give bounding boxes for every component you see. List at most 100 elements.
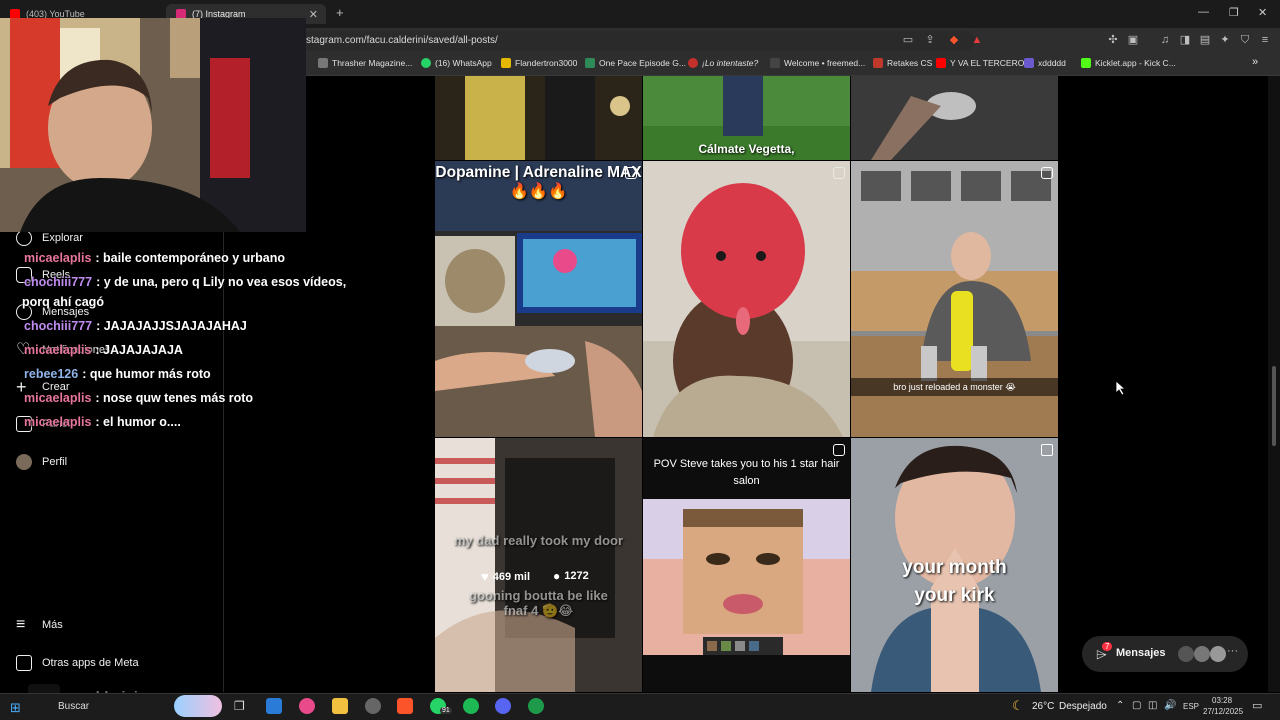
nav-perfil[interactable]: Perfil	[16, 454, 67, 470]
taskbar-search[interactable]: Buscar	[58, 701, 89, 712]
spotify-icon[interactable]	[463, 698, 479, 714]
saved-post[interactable]: bro just reloaded a monster 😭	[851, 161, 1058, 437]
bookmark-item[interactable]: (16) WhatsApp	[421, 58, 492, 68]
saved-post[interactable]: my dad really took my door gooning boutt…	[435, 438, 642, 692]
nav-otras-apps-meta[interactable]: Otras apps de Meta	[16, 655, 139, 671]
network-icon[interactable]: ◫	[1148, 700, 1157, 711]
bookmark-item[interactable]: Y VA EL TERCERO	[936, 58, 1024, 68]
screenshot-icon[interactable]: ▣	[1126, 33, 1140, 47]
bookmark-item[interactable]: Kicklet.app - Kick C...	[1081, 58, 1176, 68]
avatar	[16, 454, 32, 470]
extensions-icon[interactable]: ✣	[1106, 33, 1120, 47]
windows-start-icon[interactable]: ⊞	[10, 700, 21, 716]
address-bar[interactable]: stagram.com/facu.calderini/saved/all-pos…	[300, 31, 975, 51]
bookmark-item[interactable]: Flandertron3000	[501, 58, 577, 68]
minimize-button[interactable]: —	[1198, 6, 1209, 18]
app-icon[interactable]	[528, 698, 544, 714]
cast-icon[interactable]: ▭	[901, 33, 915, 47]
bookmark-label: Retakes CS	[887, 58, 933, 68]
brave-browser-icon[interactable]	[397, 698, 413, 714]
saved-post[interactable]	[435, 76, 642, 160]
chat-message: micaelaplis: el humor o....	[24, 415, 181, 429]
task-view-icon[interactable]: ❐	[234, 699, 245, 713]
file-explorer-icon[interactable]	[332, 698, 348, 714]
scrollbar-thumb[interactable]	[1272, 366, 1276, 446]
tray-icon[interactable]: ▢	[1132, 700, 1141, 711]
messages-pill[interactable]: ⌲ 7 Mensajes ···	[1082, 636, 1248, 672]
sidebar-toggle-icon[interactable]: ◨	[1178, 33, 1192, 47]
bookmark-item[interactable]: Welcome • freemed...	[770, 58, 865, 68]
compass-icon	[16, 230, 32, 246]
saved-post[interactable]	[643, 161, 850, 437]
ms-store-icon[interactable]	[266, 698, 282, 714]
saved-post[interactable]: Cálmate Vegetta,	[643, 76, 850, 160]
saved-post[interactable]: Dopamine | Adrenaline MAX 🔥🔥🔥	[435, 161, 642, 437]
more-bookmarks-button[interactable]: »	[1252, 56, 1258, 68]
saved-post[interactable]	[851, 76, 1058, 160]
grid-icon	[16, 655, 32, 671]
chat-text: : JAJAJAJAJA	[95, 343, 183, 357]
chat-text: : JAJAJAJJSJAJAJAHAJ	[96, 319, 247, 333]
messages-label: Mensajes	[1116, 647, 1166, 659]
post-caption: my dad really took my door	[453, 533, 624, 548]
wallet-icon[interactable]: ▤	[1198, 33, 1212, 47]
search-highlight-image	[174, 695, 222, 717]
chat-text: : nose quw tenes más roto	[95, 391, 254, 405]
language-indicator[interactable]: ESP	[1183, 702, 1199, 711]
bookmark-item[interactable]: One Pace Episode G...	[585, 58, 686, 68]
chevron-up-icon[interactable]: ⌃	[1116, 700, 1124, 711]
chat-message: rebee126: que humor más roto	[24, 367, 211, 381]
bookmark-item[interactable]: ¡Lo intentaste?	[688, 58, 758, 68]
avatar	[1178, 646, 1194, 662]
nav-label: Más	[42, 619, 63, 631]
moon-weather-icon: ☾	[1012, 698, 1024, 713]
notification-icon[interactable]: ▭	[1252, 699, 1262, 712]
saved-post[interactable]: POV Steve takes you to his 1 star hair s…	[643, 438, 850, 692]
nav-explorar[interactable]: Explorar	[16, 230, 83, 246]
saved-post[interactable]: your month your kirk	[851, 438, 1058, 692]
brave-shield-icon[interactable]: ◆	[947, 33, 961, 47]
restore-button[interactable]: ❐	[1229, 6, 1239, 19]
chat-text: porq ahí cagó	[22, 295, 104, 309]
chat-message: chochiii777: y de una, pero q Lily no ve…	[24, 275, 346, 289]
vpn-icon[interactable]: ⛉	[1238, 33, 1252, 47]
more-icon[interactable]: ···	[1227, 645, 1238, 657]
app-icon[interactable]	[299, 698, 315, 714]
discord-icon[interactable]	[495, 698, 511, 714]
post-caption: your month your kirk	[902, 557, 1007, 606]
post-caption: bro just reloaded a monster 😭	[851, 378, 1058, 396]
chat-username: micaelaplis	[24, 251, 92, 265]
chat-message: micaelaplis: nose quw tenes más roto	[24, 391, 253, 405]
bookmark-label: Thrasher Magazine...	[332, 58, 413, 68]
nav-mas[interactable]: ≡ Más	[16, 617, 63, 633]
app-icon[interactable]	[365, 698, 381, 714]
reel-icon	[1041, 167, 1053, 179]
clock-time[interactable]: 03:28	[1212, 696, 1232, 705]
avatar	[1194, 646, 1210, 662]
bookmark-item[interactable]: Retakes CS	[873, 58, 932, 68]
bookmark-icon	[873, 58, 883, 68]
music-icon[interactable]: ♫	[1158, 33, 1172, 47]
brave-rewards-icon[interactable]: ▲	[970, 33, 984, 47]
bookmark-item[interactable]: Thrasher Magazine...	[318, 58, 412, 68]
clock-date[interactable]: 27/12/2025	[1203, 707, 1243, 716]
close-tab-icon[interactable]: ✕	[309, 8, 318, 21]
weather-desc[interactable]: Despejado	[1059, 701, 1107, 712]
bookmark-label: Flandertron3000	[515, 58, 578, 68]
share-icon[interactable]: ⇪	[923, 33, 937, 47]
post-caption-2: gooning boutta be like fnaf 4 🫡😂	[469, 588, 608, 618]
page-scrollbar[interactable]	[1268, 76, 1280, 692]
weather-temp[interactable]: 26°C	[1032, 701, 1054, 712]
nav-label: Perfil	[42, 456, 68, 468]
bookmark-item[interactable]: xddddd	[1024, 58, 1066, 68]
volume-icon[interactable]: 🔊	[1164, 700, 1176, 711]
new-tab-button[interactable]: +	[336, 5, 344, 20]
nav-label: Otras apps de Meta	[42, 657, 139, 669]
chat-username: rebee126	[24, 367, 79, 381]
leo-ai-icon[interactable]: ✦	[1218, 33, 1232, 47]
post-caption: Cálmate Vegetta,	[698, 142, 795, 156]
youtube-icon	[936, 58, 946, 68]
chat-text: : baile contemporáneo y urbano	[95, 251, 286, 265]
menu-icon[interactable]: ≡	[1258, 33, 1272, 47]
close-window-button[interactable]: ✕	[1258, 6, 1267, 19]
